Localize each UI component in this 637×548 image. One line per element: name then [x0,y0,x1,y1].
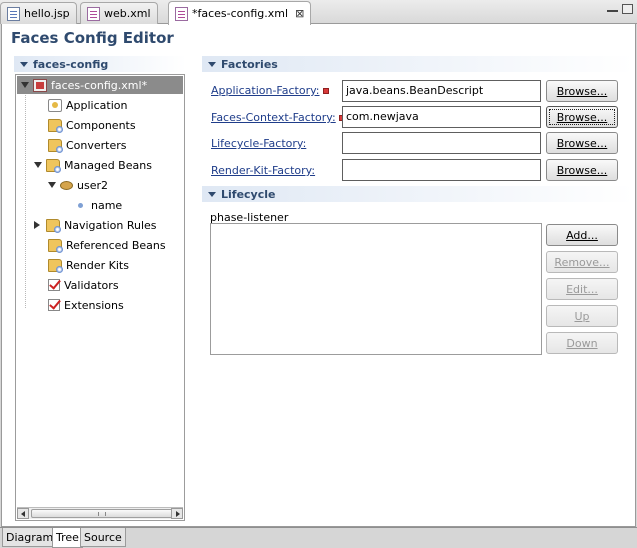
maximize-icon[interactable] [622,4,633,14]
tree-node-label: Validators [64,278,119,292]
bean-icon [60,180,73,190]
tree-node-name[interactable]: name [74,196,122,214]
xml-file-icon [175,6,188,21]
expand-toggle-icon[interactable] [34,162,42,168]
tree-node-navigation-rules[interactable]: Navigation Rules [34,216,157,234]
browse-lifecycle-factory-button[interactable]: Browse... [546,132,618,154]
expand-toggle-icon[interactable] [34,221,40,229]
scroll-right-icon[interactable] [171,508,183,519]
faces-config-file-icon [33,78,47,92]
faces-context-factory-input[interactable]: com.newjava [342,106,541,128]
tree-node-referenced-beans[interactable]: Referenced Beans [48,236,166,254]
field-label: Faces-Context-Factory: [211,111,336,124]
config-tree[interactable]: faces-config.xml* Application Components… [15,74,185,521]
faces-context-factory-link[interactable]: Faces-Context-Factory: [211,111,345,124]
tab-label: hello.jsp [24,7,70,20]
tab-label: *faces-config.xml [192,7,289,20]
tree-node-label: Navigation Rules [64,218,157,232]
check-icon [48,299,60,311]
check-icon [48,279,60,291]
browse-render-kit-factory-button[interactable]: Browse... [546,159,618,181]
browse-faces-context-factory-button[interactable]: Browse... [546,106,618,128]
tree-node-user2[interactable]: user2 [48,176,108,194]
property-icon [78,202,83,208]
tree-node-managed-beans[interactable]: Managed Beans [34,156,152,174]
tree-node-label: Extensions [64,298,124,312]
tab-diagram[interactable]: Diagram [2,528,58,547]
folder-icon [48,118,63,133]
tree-node-render-kits[interactable]: Render Kits [48,256,129,274]
remove-phase-listener-button[interactable]: Remove... [546,251,618,273]
folder-icon [46,158,61,173]
tab-hello-jsp[interactable]: hello.jsp [0,2,77,24]
required-error-icon [322,87,329,94]
tree-root-node[interactable]: faces-config.xml* [17,76,183,94]
tree-section-title: faces-config [33,57,109,71]
lifecycle-section-header[interactable]: Lifecycle [202,186,634,202]
tree-guide-line [25,93,26,308]
tree-node-validators[interactable]: Validators [48,276,119,294]
tree-node-label: Render Kits [66,258,129,272]
close-tab-icon[interactable]: ⊠ [295,7,304,20]
scroll-thumb[interactable] [31,509,173,518]
move-up-button[interactable]: Up [546,305,618,327]
tab-web-xml[interactable]: web.xml [80,2,158,24]
phase-listener-list[interactable] [210,223,542,355]
browse-application-factory-button[interactable]: Browse... [546,80,618,102]
tab-label: web.xml [104,7,151,20]
render-kit-factory-link[interactable]: Render-Kit-Factory: [211,164,315,177]
render-kit-factory-input[interactable] [342,159,541,181]
jsp-file-icon [7,6,20,21]
editor-tab-bar: hello.jsp web.xml *faces-config.xml ⊠ [0,0,637,25]
tree-node-label: user2 [77,178,108,192]
tree-node-label: Application [66,98,128,112]
tree-node-extensions[interactable]: Extensions [48,296,124,314]
tree-node-label: Converters [66,138,127,152]
expand-toggle-icon[interactable] [48,182,56,188]
tree-node-label: Managed Beans [64,158,152,172]
factories-section-title: Factories [221,57,278,71]
collapse-icon [20,61,28,67]
tree-node-label: Referenced Beans [66,238,166,252]
field-label: Application-Factory: [211,84,320,97]
tab-tree[interactable]: Tree [52,528,83,548]
xml-file-icon [87,6,100,21]
factories-section-header[interactable]: Factories [202,56,634,72]
collapse-icon [208,191,216,197]
tree-node-label: Components [66,118,136,132]
lifecycle-factory-input[interactable] [342,132,541,154]
folder-icon [46,218,61,233]
editor-page-tabs: Diagram Tree Source [0,527,637,548]
move-down-button[interactable]: Down [546,332,618,354]
application-factory-input[interactable]: java.beans.BeanDescript [342,80,541,102]
minimize-icon[interactable] [607,4,618,12]
edit-phase-listener-button[interactable]: Edit... [546,278,618,300]
faces-config-editor: Faces Config Editor faces-config faces-c… [1,24,636,527]
scroll-left-icon[interactable] [17,508,29,519]
application-factory-link[interactable]: Application-Factory: [211,84,329,97]
folder-icon [48,138,63,153]
lifecycle-section-title: Lifecycle [221,187,276,201]
tree-node-components[interactable]: Components [48,116,136,134]
lifecycle-factory-link[interactable]: Lifecycle-Factory: [211,137,306,150]
tab-source[interactable]: Source [80,528,126,547]
expand-toggle-icon[interactable] [21,82,29,88]
collapse-icon [208,61,216,67]
form-title: Faces Config Editor [11,29,174,47]
application-icon [48,98,62,112]
field-label: Lifecycle-Factory: [211,137,307,150]
tree-node-application[interactable]: Application [48,96,127,114]
horizontal-scrollbar[interactable] [17,507,183,519]
tab-faces-config-xml[interactable]: *faces-config.xml ⊠ [168,1,312,25]
folder-icon [48,238,63,253]
tree-section-header[interactable]: faces-config [14,56,186,72]
add-phase-listener-button[interactable]: Add... [546,224,618,246]
field-label: Render-Kit-Factory: [211,164,316,177]
tree-node-label: name [91,198,123,212]
tree-node-converters[interactable]: Converters [48,136,127,154]
folder-icon [48,258,63,273]
tree-node-label: faces-config.xml* [51,78,148,92]
